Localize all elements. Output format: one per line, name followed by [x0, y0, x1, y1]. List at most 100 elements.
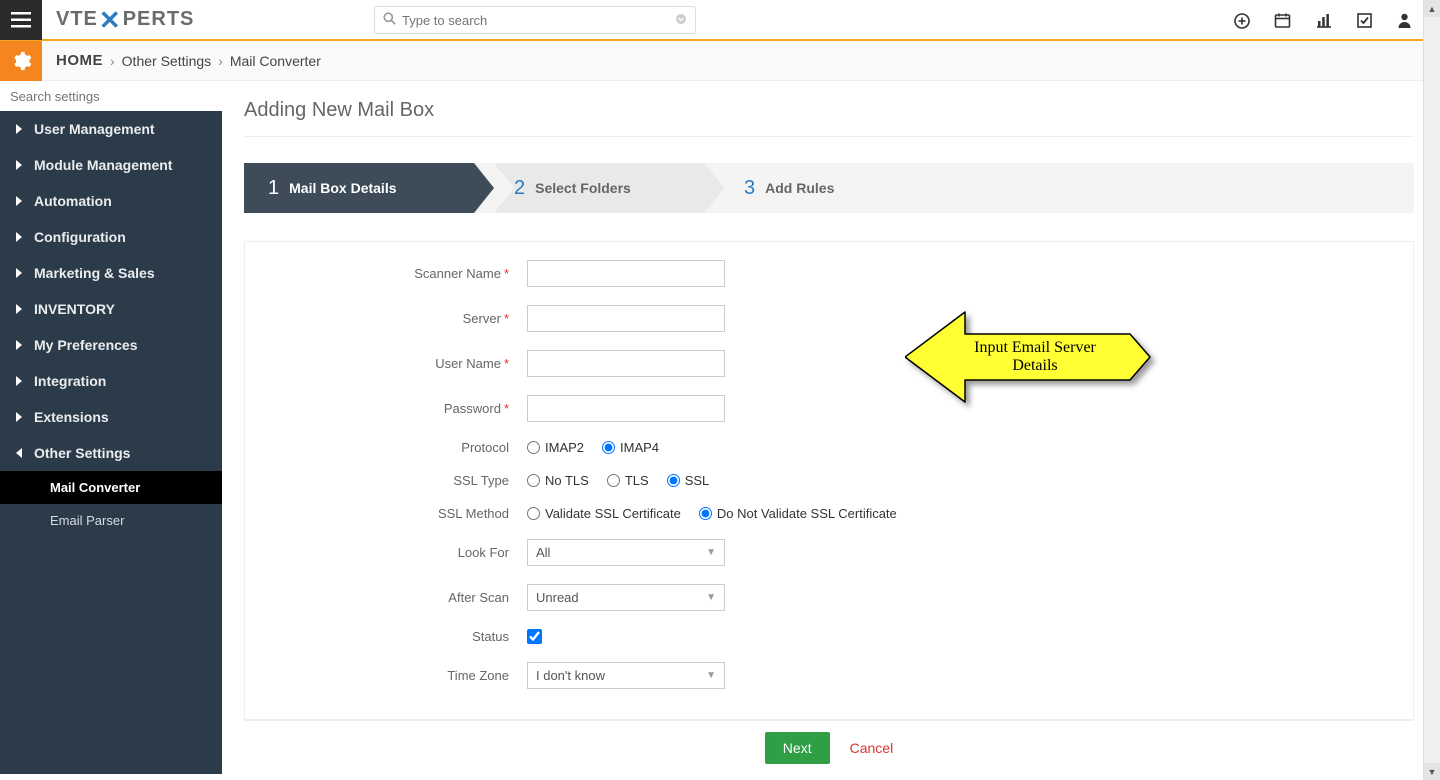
sidebar-item-label: INVENTORY: [34, 301, 115, 317]
scanner-name-label: Scanner Name: [414, 266, 501, 281]
time-zone-label: Time Zone: [447, 668, 509, 683]
password-input[interactable]: [527, 395, 725, 422]
chevron-down-icon[interactable]: [675, 13, 687, 28]
server-input[interactable]: [527, 305, 725, 332]
ssl-type-radio[interactable]: [607, 474, 620, 487]
hamburger-menu[interactable]: [0, 0, 42, 40]
step-label: Mail Box Details: [289, 180, 396, 196]
chevron-right-icon: [14, 196, 24, 206]
sidebar-subitem-email-parser[interactable]: Email Parser: [0, 504, 222, 537]
step-label: Select Folders: [535, 180, 631, 196]
vertical-scrollbar[interactable]: ▲ ▼: [1423, 0, 1440, 780]
sidebar-item-extensions[interactable]: Extensions: [0, 399, 222, 435]
global-search-input[interactable]: [402, 13, 675, 28]
page-title: Adding New Mail Box: [244, 99, 1414, 137]
chevron-right-icon: [14, 376, 24, 386]
sidebar-item-label: Marketing & Sales: [34, 265, 155, 281]
user-name-input[interactable]: [527, 350, 725, 377]
ssl-method-option[interactable]: Validate SSL Certificate: [527, 506, 681, 521]
ssl-type-option[interactable]: SSL: [667, 473, 710, 488]
protocol-option[interactable]: IMAP2: [527, 440, 584, 455]
sidebar-item-marketing-sales[interactable]: Marketing & Sales: [0, 255, 222, 291]
radio-label: IMAP4: [620, 440, 659, 455]
next-button[interactable]: Next: [765, 732, 830, 764]
ssl-method-radio[interactable]: [699, 507, 712, 520]
task-icon[interactable]: [1356, 12, 1373, 29]
protocol-option[interactable]: IMAP4: [602, 440, 659, 455]
sidebar-item-integration[interactable]: Integration: [0, 363, 222, 399]
sidebar-item-automation[interactable]: Automation: [0, 183, 222, 219]
server-label: Server: [463, 311, 501, 326]
wizard-step-2[interactable]: 2 Select Folders: [474, 163, 724, 213]
sidebar-search[interactable]: [0, 81, 222, 111]
status-checkbox[interactable]: [527, 629, 542, 644]
sidebar-item-inventory[interactable]: INVENTORY: [0, 291, 222, 327]
required-mark: *: [504, 356, 509, 371]
status-label: Status: [472, 629, 509, 644]
chevron-down-icon: ▼: [706, 592, 716, 603]
menu-icon: [11, 12, 31, 28]
wizard-step-3[interactable]: 3 Add Rules: [704, 163, 954, 213]
step-number: 1: [268, 177, 279, 200]
sidebar-item-module-management[interactable]: Module Management: [0, 147, 222, 183]
sidebar-item-label: Module Management: [34, 157, 172, 173]
settings-gear-button[interactable]: [0, 41, 42, 81]
look-for-label: Look For: [458, 545, 509, 560]
sidebar-search-input[interactable]: [0, 81, 222, 111]
user-icon[interactable]: [1397, 12, 1412, 29]
password-label: Password: [444, 401, 501, 416]
global-search[interactable]: [374, 6, 696, 34]
sidebar-item-label: Automation: [34, 193, 112, 209]
user-name-label: User Name: [435, 356, 501, 371]
add-icon[interactable]: [1234, 13, 1250, 29]
cancel-button[interactable]: Cancel: [850, 740, 894, 756]
ssl-type-radio[interactable]: [667, 474, 680, 487]
mailbox-form: Scanner Name* Server* User Name* Passwor…: [244, 241, 1414, 720]
ssl-type-radio[interactable]: [527, 474, 540, 487]
ssl-method-radio[interactable]: [527, 507, 540, 520]
protocol-label: Protocol: [461, 440, 509, 455]
chevron-down-icon: ▼: [706, 547, 716, 558]
sidebar-item-user-management[interactable]: User Management: [0, 111, 222, 147]
sidebar-item-configuration[interactable]: Configuration: [0, 219, 222, 255]
ssl-method-option[interactable]: Do Not Validate SSL Certificate: [699, 506, 897, 521]
sidebar-subitem-mail-converter[interactable]: Mail Converter: [0, 471, 222, 504]
chevron-right-icon: ›: [218, 53, 223, 69]
after-scan-select[interactable]: Unread ▼: [527, 584, 725, 611]
brand-post: PERTS: [123, 8, 195, 31]
wizard-step-1[interactable]: 1 Mail Box Details: [244, 163, 494, 213]
scroll-up-arrow[interactable]: ▲: [1424, 0, 1440, 17]
sidebar-item-label: My Preferences: [34, 337, 138, 353]
after-scan-value: Unread: [536, 590, 579, 605]
ssl-type-option[interactable]: No TLS: [527, 473, 589, 488]
sidebar-item-label: Integration: [34, 373, 106, 389]
breadcrumb: HOME › Other Settings › Mail Converter: [56, 52, 321, 69]
chevron-right-icon: [14, 268, 24, 278]
chart-icon[interactable]: [1315, 12, 1332, 29]
look-for-value: All: [536, 545, 550, 560]
protocol-radio[interactable]: [602, 441, 615, 454]
look-for-select[interactable]: All ▼: [527, 539, 725, 566]
step-label: Add Rules: [765, 180, 834, 196]
form-footer: Next Cancel: [244, 720, 1414, 774]
chevron-down-icon: [14, 449, 24, 457]
breadcrumb-home[interactable]: HOME: [56, 52, 103, 69]
scroll-down-arrow[interactable]: ▼: [1424, 763, 1440, 780]
scanner-name-input[interactable]: [527, 260, 725, 287]
sidebar-item-label: User Management: [34, 121, 155, 137]
ssl-type-option[interactable]: TLS: [607, 473, 649, 488]
protocol-radio[interactable]: [527, 441, 540, 454]
calendar-icon[interactable]: [1274, 12, 1291, 29]
scroll-track[interactable]: [1424, 17, 1440, 763]
sidebar-item-label: Extensions: [34, 409, 109, 425]
time-zone-value: I don't know: [536, 668, 605, 683]
sidebar-item-my-preferences[interactable]: My Preferences: [0, 327, 222, 363]
chevron-right-icon: [14, 160, 24, 170]
radio-label: Do Not Validate SSL Certificate: [717, 506, 897, 521]
brand-pre: VTE: [56, 8, 98, 31]
time-zone-select[interactable]: I don't know▼: [527, 662, 725, 689]
sidebar-item-other-settings[interactable]: Other Settings: [0, 435, 222, 471]
breadcrumb-level2: Mail Converter: [230, 53, 321, 69]
step-number: 3: [744, 177, 755, 200]
breadcrumb-level1[interactable]: Other Settings: [122, 53, 212, 69]
